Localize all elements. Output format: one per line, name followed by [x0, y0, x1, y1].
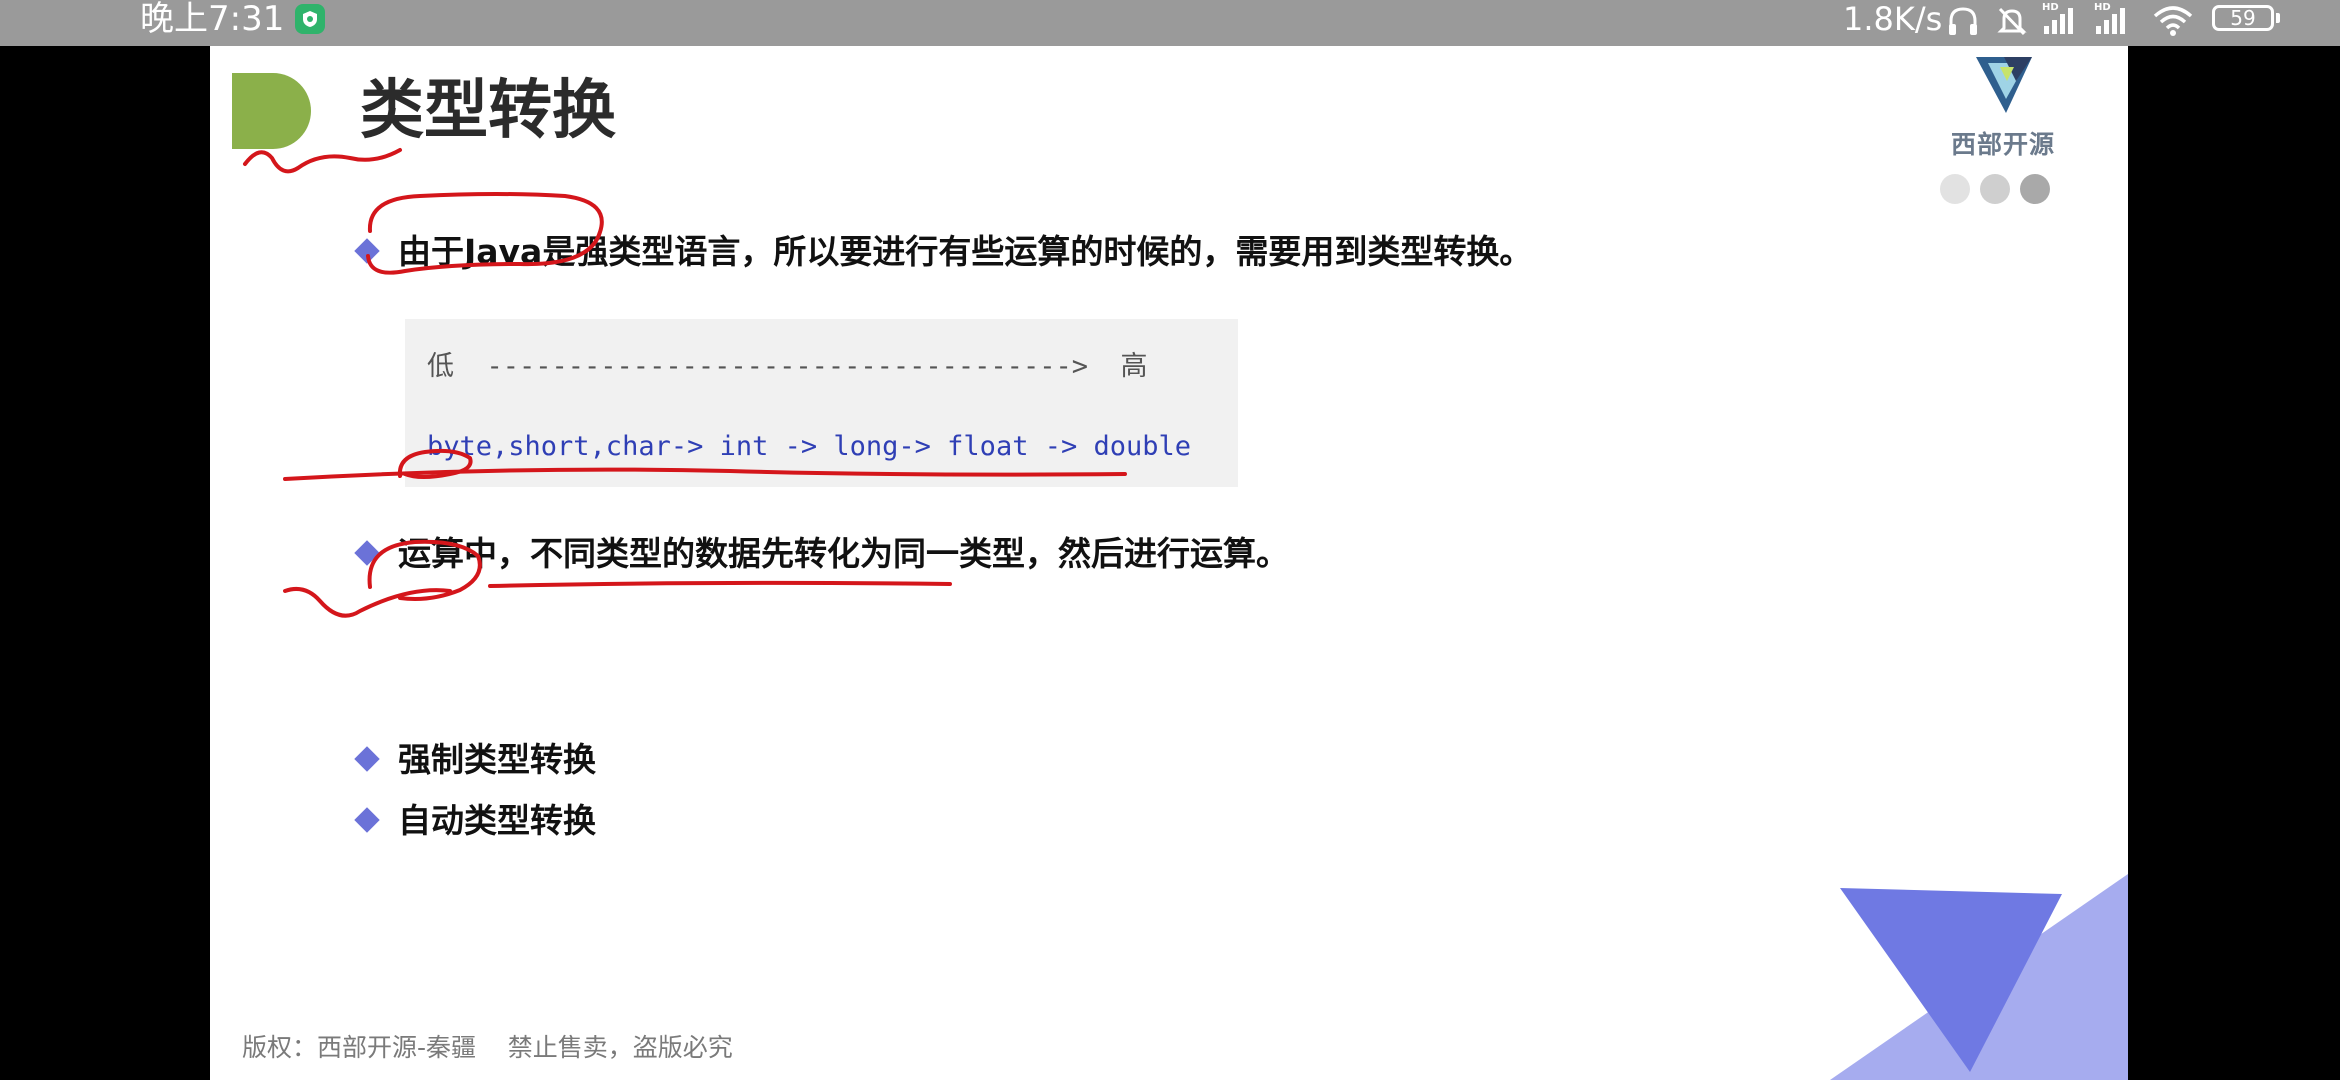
brand-name: 西部开源	[1950, 130, 2055, 159]
svg-text:HD: HD	[2042, 2, 2059, 13]
bilibili-watermark: bilibili	[1725, 1001, 1880, 1050]
bullet-text: 强制类型转换	[398, 740, 596, 779]
code-line: 低 ------------------------------------> …	[427, 351, 1148, 382]
diamond-bullet-icon	[354, 539, 380, 566]
dot	[2020, 174, 2050, 204]
dot	[1980, 174, 2010, 204]
slide-logo-icon	[232, 73, 311, 149]
mute-bell-icon	[1995, 4, 2029, 42]
bullet-text: 由于Java是强类型语言，所以要进行有些运算的时候的，需要用到类型转换。	[398, 232, 1533, 271]
diamond-bullet-icon	[354, 745, 380, 772]
shield-icon	[295, 4, 325, 34]
slide: 类型转换 西部开源 由于Java是强类型语言，所以要进行有些运算的时候的，需要用…	[210, 46, 2128, 1080]
diamond-bullet-icon	[354, 806, 380, 833]
svg-text:HD: HD	[2094, 2, 2111, 13]
status-time: 晚上7:31	[140, 0, 285, 39]
signal-icon: HD	[2040, 0, 2080, 40]
battery-tip	[2276, 13, 2280, 23]
slide-title: 类型转换	[360, 74, 616, 148]
bullet-item: 运算中，不同类型的数据先转化为同一类型，然后进行运算。	[354, 529, 1289, 579]
bullet-text: 自动类型转换	[398, 801, 596, 840]
bullet-item: 自动类型转换	[354, 796, 596, 846]
brand-logo: 西部开源	[1938, 51, 2068, 161]
copyright-text: 版权：西部开源-秦疆 禁止售卖，盗版必究	[242, 1033, 733, 1062]
battery-icon: 59	[2212, 5, 2274, 31]
brand-logo-icon	[1976, 57, 2032, 113]
bullet-item: 由于Java是强类型语言，所以要进行有些运算的时候的，需要用到类型转换。	[354, 227, 1533, 277]
signal-icon: HD	[2092, 0, 2132, 40]
dot	[1940, 174, 1970, 204]
code-line: byte,short,char-> int -> long-> float ->…	[427, 431, 1192, 462]
wifi-icon	[2152, 4, 2194, 42]
diamond-bullet-icon	[354, 237, 380, 264]
status-bar: 晚上7:31 1.8K/s HD HD 59	[0, 0, 2340, 46]
headphone-icon	[1946, 4, 1980, 42]
bullet-item: 强制类型转换	[354, 735, 596, 785]
code-block: 低 ------------------------------------> …	[405, 319, 1238, 487]
bullet-text: 运算中，不同类型的数据先转化为同一类型，然后进行运算。	[398, 534, 1289, 573]
network-speed: 1.8K/s	[1843, 0, 1943, 38]
